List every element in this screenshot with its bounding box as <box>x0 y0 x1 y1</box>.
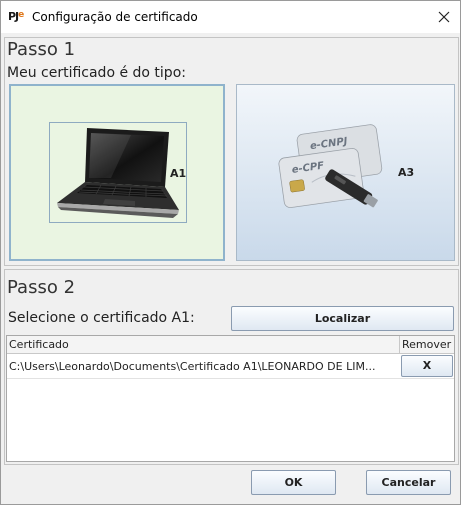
window-title: Configuração de certificado <box>32 10 198 24</box>
remove-certificate-button[interactable]: X <box>401 355 453 377</box>
column-header-certificado: Certificado <box>7 336 400 354</box>
column-header-remover: Remover <box>400 336 454 354</box>
close-button[interactable] <box>433 7 455 27</box>
close-icon <box>438 11 450 23</box>
locate-button[interactable]: Localizar <box>231 306 454 331</box>
smart-cards-token-icon: e-CNPJ e-CPF <box>278 124 383 208</box>
select-certificate-label: Selecione o certificado A1: <box>8 310 195 326</box>
certificate-config-dialog: PJe Configuração de certificado Passo 1 … <box>0 0 461 505</box>
a3-option-label: A3 <box>398 166 415 179</box>
table-row[interactable]: C:\Users\Leonardo\Documents\Certificado … <box>7 354 454 379</box>
step2-heading: Passo 2 <box>7 277 76 298</box>
laptop-image-frame <box>49 122 187 223</box>
certificate-type-a3-option[interactable]: e-CNPJ e-CPF A3 <box>236 84 455 261</box>
ok-button[interactable]: OK <box>251 470 336 495</box>
certificate-type-a1-option[interactable]: A1 <box>9 84 225 261</box>
step1-prompt: Meu certificado é do tipo: <box>7 65 186 81</box>
pje-app-icon: PJe <box>8 10 24 23</box>
a1-option-label: A1 <box>170 167 187 180</box>
step1-heading: Passo 1 <box>7 39 76 60</box>
certificate-path-cell: C:\Users\Leonardo\Documents\Certificado … <box>9 360 376 373</box>
certificate-table: Certificado Remover C:\Users\Leonardo\Do… <box>6 335 455 462</box>
cancel-button[interactable]: Cancelar <box>366 470 451 495</box>
laptop-icon <box>57 128 179 218</box>
title-bar: PJe Configuração de certificado <box>1 1 460 33</box>
